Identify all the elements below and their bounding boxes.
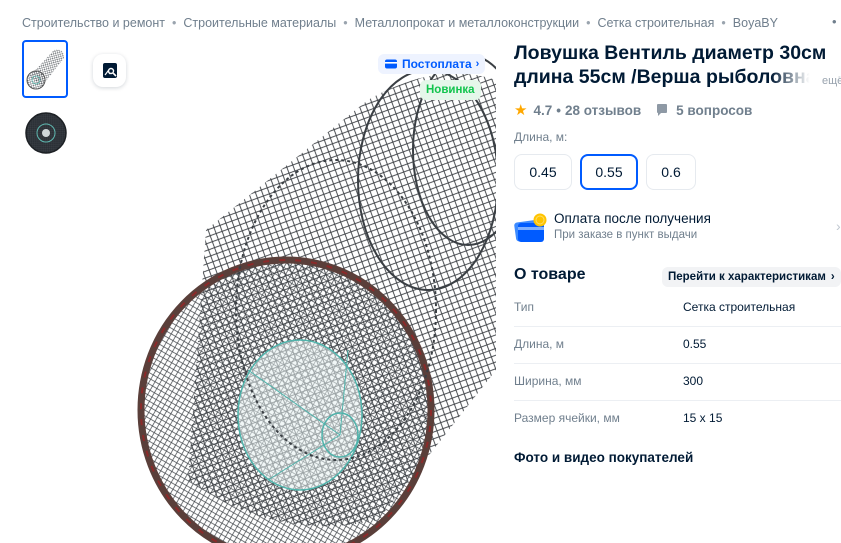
fish-trap-front-icon <box>25 112 67 154</box>
spec-key: Длина, м <box>514 337 565 351</box>
payment-after-delivery[interactable]: Оплата после получения При заказе в пунк… <box>514 210 841 246</box>
length-option[interactable]: 0.6 <box>646 154 696 190</box>
postpay-badge[interactable]: Постоплата › <box>378 54 486 74</box>
question-icon <box>655 103 669 117</box>
breadcrumb-item[interactable]: Металлопрокат и металлоконструкции <box>355 16 580 30</box>
card-coin-icon <box>514 213 547 242</box>
product-main-image[interactable] <box>78 40 496 543</box>
spec-key: Ширина, мм <box>514 374 582 388</box>
breadcrumb-overflow-icon[interactable]: • <box>832 14 837 29</box>
image-search-icon <box>102 62 117 78</box>
specs-link-label: Перейти к характеристикам <box>668 271 826 283</box>
star-icon: ★ <box>514 102 528 119</box>
spec-row: Размер ячейки, мм 15 x 15 <box>514 401 841 438</box>
customer-photos-title: Фото и видео покупателей <box>514 450 694 465</box>
breadcrumb-separator: • <box>343 16 348 30</box>
spec-value: Сетка строительная <box>683 300 796 314</box>
length-option[interactable]: 0.45 <box>514 154 572 190</box>
breadcrumb-separator: • <box>172 16 177 30</box>
breadcrumb-item[interactable]: Сетка строительная <box>598 16 715 30</box>
spec-row: Длина, м 0.55 <box>514 327 841 364</box>
rating-row: ★ 4.7 • 28 отзывов 5 вопросов <box>514 101 752 119</box>
breadcrumb-item[interactable]: BoyaBY <box>733 16 778 30</box>
product-title: Ловушка Вентиль диаметр 30см длина 55см … <box>514 41 841 91</box>
spec-value: 0.55 <box>683 337 707 351</box>
fish-trap-image <box>137 54 496 543</box>
spec-row: Тип Сетка строительная <box>514 290 841 327</box>
spec-key: Размер ячейки, мм <box>514 411 620 425</box>
breadcrumb-item[interactable]: Строительство и ремонт <box>22 16 165 30</box>
length-option-selected[interactable]: 0.55 <box>580 154 638 190</box>
specs-link-button[interactable]: Перейти к характеристикам › <box>662 267 841 287</box>
breadcrumb-separator: • <box>586 16 591 30</box>
visual-search-button[interactable] <box>93 54 126 87</box>
spec-value: 300 <box>683 374 704 388</box>
reviews-link[interactable]: 28 отзывов <box>565 103 641 118</box>
questions-link[interactable]: 5 вопросов <box>676 103 752 118</box>
fish-trap-side-icon <box>26 49 64 90</box>
length-options: 0.45 0.55 0.6 <box>514 154 696 190</box>
breadcrumb: Строительство и ремонт • Строительные ма… <box>22 16 778 30</box>
title-more-link[interactable]: ещё <box>822 75 841 87</box>
rating-score: 4.7 <box>533 102 553 118</box>
new-badge: Новинка <box>420 80 481 100</box>
length-label: Длина, м: <box>514 130 568 144</box>
breadcrumb-separator: • <box>721 16 726 30</box>
payment-subtitle: При заказе в пункт выдачи <box>554 229 698 241</box>
spec-key: Тип <box>514 300 535 314</box>
spec-row: Ширина, мм 300 <box>514 364 841 401</box>
chevron-right-icon: › <box>830 271 835 283</box>
gallery-thumbnail-1[interactable] <box>22 40 68 98</box>
chevron-right-icon: › <box>475 58 480 70</box>
spec-value: 15 x 15 <box>683 411 723 425</box>
about-title: О товаре <box>514 266 586 283</box>
breadcrumb-item[interactable]: Строительные материалы <box>183 16 336 30</box>
gallery-thumbnail-2[interactable] <box>22 104 68 162</box>
chevron-right-icon: › <box>836 218 841 234</box>
rating-separator: • <box>556 102 561 118</box>
postpay-badge-label: Постоплата <box>402 57 472 71</box>
payment-title: Оплата после получения <box>554 211 711 226</box>
card-icon <box>385 59 397 69</box>
